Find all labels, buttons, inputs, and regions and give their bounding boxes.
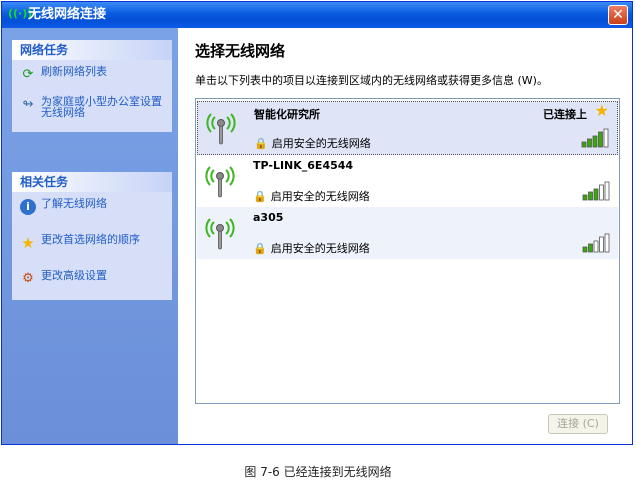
network-ssid: a305 [253,211,284,224]
network-tasks-header: 网络任务 [12,40,172,60]
refresh-network-list-label: 刷新网络列表 [41,65,107,78]
network-item[interactable]: a305 🔒 启用安全的无线网络 [197,207,618,259]
lock-icon: 🔒 [253,242,267,255]
preferred-star-icon: ★ [594,101,609,120]
setup-home-network-label: 为家庭或小型办公室设置无线网络 [41,95,162,119]
network-ssid: TP-LINK_6E4544 [253,159,354,172]
lock-icon: 🔒 [253,190,267,203]
network-ssid: 智能化研究所 [254,108,320,121]
learn-wireless-link[interactable]: i 了解无线网络 [12,192,172,228]
network-list[interactable]: 智能化研究所 已连接上 ★ 🔒 启用安全的无线网络 TP-LINK_6E4544… [195,98,620,404]
info-icon: i [20,199,36,215]
signal-strength-icon [582,181,610,201]
refresh-icon: ⟳ [22,67,34,82]
wireless-antenna-icon [205,166,235,198]
security-label: 启用安全的无线网络 [271,137,371,150]
figure-caption: 图 7-6 已经连接到无线网络 [244,465,392,479]
settings-icon: ⚙ [22,271,34,286]
window-title: 无线网络连接 [28,7,107,22]
related-tasks-header: 相关任务 [12,172,172,192]
connect-button[interactable]: 连接 (C) [548,414,608,434]
network-item[interactable]: TP-LINK_6E4544 🔒 启用安全的无线网络 [197,155,618,207]
signal-strength-icon [582,233,610,253]
security-label: 启用安全的无线网络 [270,190,370,203]
security-status: 🔒 启用安全的无线网络 [253,188,370,204]
main-content: 选择无线网络 单击以下列表中的项目以连接到区域内的无线网络或获得更多信息 (W)… [178,28,632,444]
security-label: 启用安全的无线网络 [270,242,370,255]
page-title: 选择无线网络 [195,42,286,60]
instructions-text: 单击以下列表中的项目以连接到区域内的无线网络或获得更多信息 (W)。 [195,74,548,87]
security-status: 🔒 启用安全的无线网络 [253,240,370,256]
signal-strength-icon [581,128,609,148]
change-preferred-order-label: 更改首选网络的顺序 [41,233,140,246]
star-icon: ★ [21,234,35,252]
change-advanced-settings-link[interactable]: ⚙ 更改高级设置 [12,264,172,300]
security-status: 🔒 启用安全的无线网络 [254,135,371,151]
title-bar[interactable]: ((·)) 无线网络连接 ✕ [2,2,632,28]
lock-icon: 🔒 [254,137,268,150]
network-item[interactable]: 智能化研究所 已连接上 ★ 🔒 启用安全的无线网络 [197,101,618,155]
network-tasks-panel: 网络任务 ⟳ 刷新网络列表 ↬ 为家庭或小型办公室设置无线网络 [12,40,172,132]
connection-status: 已连接上 [543,108,587,121]
change-preferred-order-link[interactable]: ★ 更改首选网络的顺序 [12,228,172,264]
wireless-antenna-icon [205,218,235,250]
change-advanced-settings-label: 更改高级设置 [41,269,107,282]
task-sidebar: 网络任务 ⟳ 刷新网络列表 ↬ 为家庭或小型办公室设置无线网络 相关任务 i 了… [2,28,178,444]
setup-home-network-link[interactable]: ↬ 为家庭或小型办公室设置无线网络 [12,90,172,132]
refresh-network-list-link[interactable]: ⟳ 刷新网络列表 [12,60,172,90]
close-icon: ✕ [612,7,624,23]
related-tasks-panel: 相关任务 i 了解无线网络 ★ 更改首选网络的顺序 ⚙ 更改高级设置 [12,172,172,300]
close-button[interactable]: ✕ [608,5,628,25]
wireless-antenna-icon [206,113,236,145]
learn-wireless-label: 了解无线网络 [41,197,107,210]
setup-wizard-icon: ↬ [22,97,34,112]
wireless-connection-window: ((·)) 无线网络连接 ✕ 网络任务 ⟳ 刷新网络列表 ↬ 为家庭或小型办公室… [1,1,633,445]
